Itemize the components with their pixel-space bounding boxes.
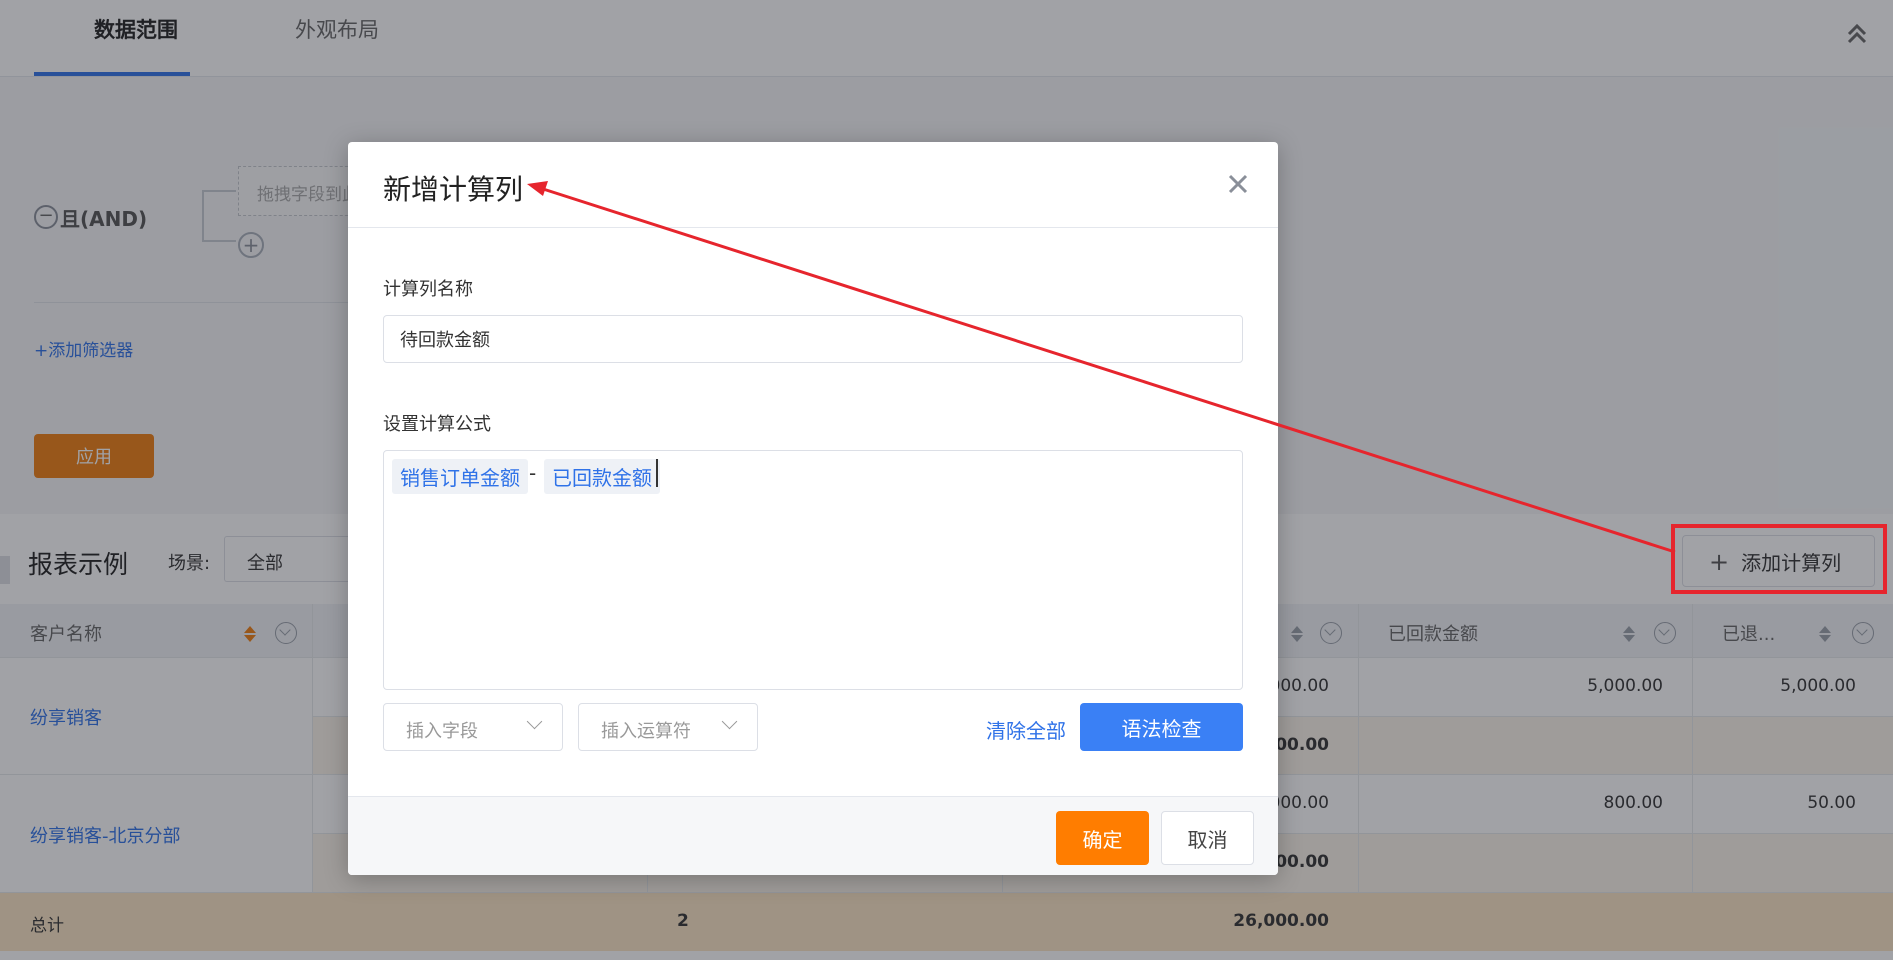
insert-operator-label: 插入运算符: [601, 721, 691, 742]
insert-field-dropdown[interactable]: 插入字段: [383, 703, 563, 751]
insert-field-label: 插入字段: [406, 721, 478, 742]
cancel-button[interactable]: 取消: [1161, 811, 1254, 865]
insert-operator-dropdown[interactable]: 插入运算符: [578, 703, 758, 751]
confirm-button[interactable]: 确定: [1056, 811, 1149, 865]
formula-field-chip[interactable]: 已回款金额: [544, 459, 660, 494]
formula-field-chip[interactable]: 销售订单金额: [392, 459, 528, 494]
annotation-highlight-box: [1671, 524, 1887, 594]
dialog-footer: 确定 取消: [348, 796, 1278, 875]
clear-all-link[interactable]: 清除全部: [986, 715, 1066, 744]
close-icon[interactable]: [1226, 172, 1250, 196]
column-name-input[interactable]: [383, 315, 1243, 363]
text-cursor: [656, 459, 658, 487]
formula-label: 设置计算公式: [383, 414, 491, 435]
chevron-down-icon: [526, 713, 543, 730]
chevron-down-icon: [721, 713, 738, 730]
syntax-check-button[interactable]: 语法检查: [1080, 703, 1243, 751]
column-name-label: 计算列名称: [383, 279, 473, 300]
dialog-header: 新增计算列: [348, 142, 1278, 228]
formula-editor[interactable]: 销售订单金额 - 已回款金额: [383, 450, 1243, 690]
formula-operator: -: [529, 461, 537, 485]
dialog-title: 新增计算列: [383, 173, 524, 206]
add-calculated-column-dialog: 新增计算列 计算列名称 设置计算公式 销售订单金额 - 已回款金额 插入字段 插…: [348, 142, 1278, 875]
